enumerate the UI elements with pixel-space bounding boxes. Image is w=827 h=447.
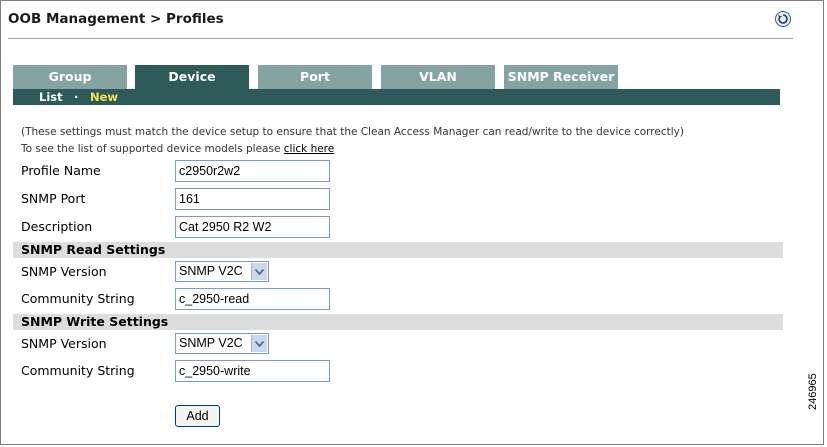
title-divider: [8, 38, 793, 39]
read-snmp-version-select[interactable]: SNMP V2C: [175, 261, 269, 282]
tab-device[interactable]: Device: [135, 65, 249, 89]
read-community-string-label: Community String: [21, 291, 135, 306]
refresh-icon[interactable]: [775, 11, 791, 27]
write-snmp-version-value: SNMP V2C: [179, 336, 243, 350]
tab-port[interactable]: Port: [258, 65, 372, 89]
models-note-text: To see the list of supported device mode…: [21, 143, 284, 155]
chevron-down-icon[interactable]: [251, 335, 267, 352]
chevron-down-icon[interactable]: [251, 263, 267, 280]
read-snmp-version-value: SNMP V2C: [179, 264, 243, 278]
models-note: To see the list of supported device mode…: [21, 143, 334, 155]
settings-note: (These settings must match the device se…: [21, 126, 684, 138]
write-community-string-field[interactable]: c_2950-write: [175, 360, 330, 382]
read-snmp-version-label: SNMP Version: [21, 264, 107, 279]
page-title: OOB Management > Profiles: [8, 11, 224, 27]
write-snmp-version-select[interactable]: SNMP V2C: [175, 333, 269, 354]
snmp-write-settings-heading: SNMP Write Settings: [13, 314, 783, 330]
description-field[interactable]: Cat 2950 R2 W2: [175, 216, 330, 238]
subnav-separator: ·: [74, 90, 79, 104]
description-label: Description: [21, 219, 93, 234]
figure-id: 246965: [807, 373, 819, 410]
subnav-new-link[interactable]: New: [90, 89, 118, 105]
tab-vlan[interactable]: VLAN: [381, 65, 495, 89]
add-button[interactable]: Add: [175, 405, 220, 427]
snmp-port-field[interactable]: 161: [175, 188, 330, 210]
subnav-bar: List · New: [13, 89, 780, 105]
click-here-link[interactable]: click here: [284, 143, 334, 155]
profile-name-label: Profile Name: [21, 163, 101, 178]
read-community-string-field[interactable]: c_2950-read: [175, 288, 330, 310]
profile-name-field[interactable]: c2950r2w2: [175, 160, 330, 182]
snmp-read-settings-heading: SNMP Read Settings: [13, 242, 783, 258]
tab-snmp-receiver[interactable]: SNMP Receiver: [504, 65, 618, 89]
snmp-port-label: SNMP Port: [21, 191, 86, 206]
tab-group[interactable]: Group: [13, 65, 127, 89]
subnav-list-link[interactable]: List: [39, 89, 63, 105]
write-community-string-label: Community String: [21, 363, 135, 378]
write-snmp-version-label: SNMP Version: [21, 336, 107, 351]
